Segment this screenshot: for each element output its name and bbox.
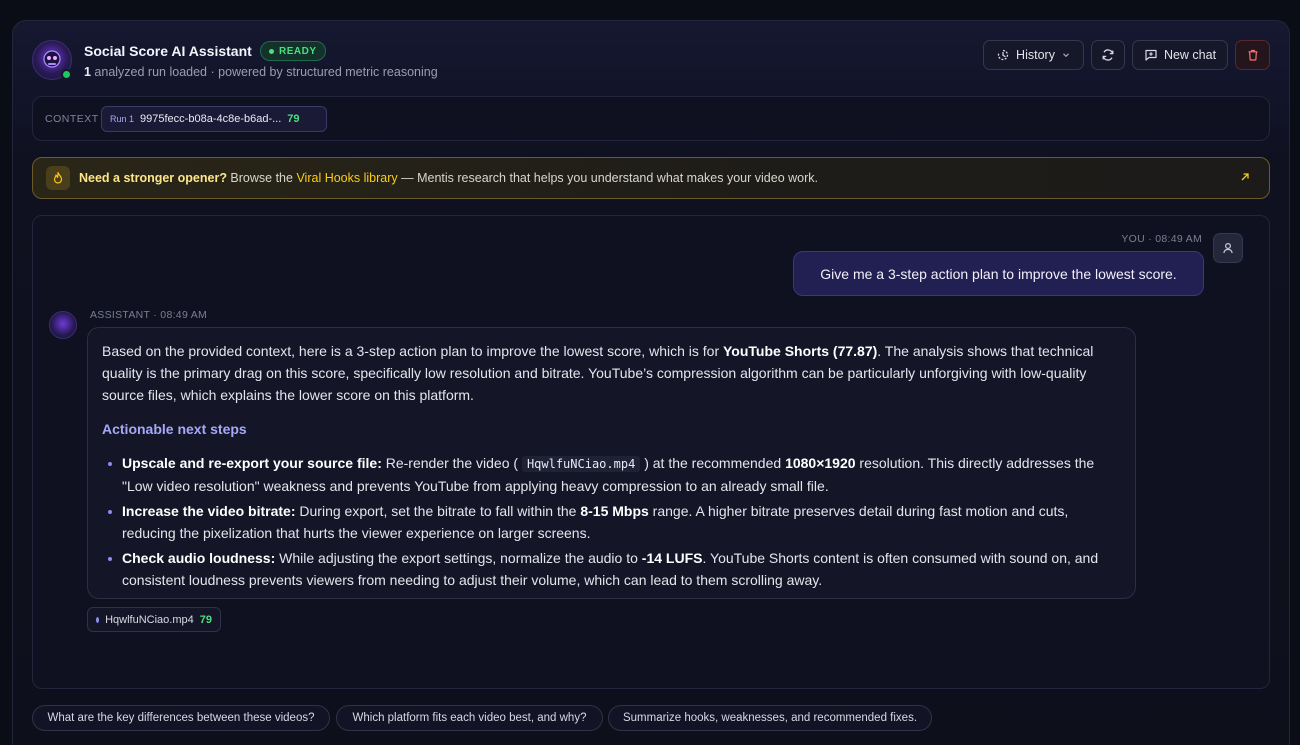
assistant-intro: Based on the provided context, here is a… xyxy=(102,340,1121,406)
user-avatar xyxy=(1213,233,1243,263)
flame-icon xyxy=(46,166,70,190)
assistant-message-avatar xyxy=(49,311,77,339)
steps-heading: Actionable next steps xyxy=(102,421,247,437)
file-name: HqwlfuNCiao.mp4 xyxy=(105,613,194,626)
step-title: Upscale and re-export your source file: xyxy=(122,455,382,471)
history-button[interactable]: History xyxy=(983,40,1084,70)
intro-text-1: Based on the provided context, here is a… xyxy=(102,343,723,359)
refresh-button[interactable] xyxy=(1091,40,1125,70)
context-bar: CONTEXT Run 1 9975fecc-b08a-4c8e-b6ad-..… xyxy=(32,96,1270,141)
intro-highlight: YouTube Shorts (77.87) xyxy=(723,343,878,359)
file-dot xyxy=(96,616,100,623)
banner-text-pre: Browse the xyxy=(226,171,297,185)
refresh-icon xyxy=(1102,49,1114,61)
history-icon xyxy=(997,49,1009,61)
step-text: ) at the recommended xyxy=(640,455,786,471)
user-message-meta: YOU · 08:49 AM xyxy=(1121,233,1202,245)
history-button-label: History xyxy=(1016,48,1055,62)
suggestion-chip[interactable]: Summarize hooks, weaknesses, and recomme… xyxy=(608,705,932,731)
page-subtitle: 1 analyzed run loaded · powered by struc… xyxy=(84,65,438,79)
arrow-up-right-icon[interactable] xyxy=(1239,171,1251,183)
filename-code: HqwlfuNCiao.mp4 xyxy=(521,456,641,472)
chevron-down-icon xyxy=(1063,53,1069,58)
banner-text: Need a stronger opener? Browse the Viral… xyxy=(79,171,818,185)
run-id: 9975fecc-b08a-4c8e-b6ad-... xyxy=(140,113,282,125)
subtitle-text: analyzed run loaded · powered by structu… xyxy=(90,65,438,79)
step-text: During export, set the bitrate to fall w… xyxy=(295,503,581,519)
assistant-message-meta: ASSISTANT · 08:49 AM xyxy=(90,309,208,321)
suggestion-chip[interactable]: What are the key differences between the… xyxy=(32,705,330,731)
banner-text-post: — Mentis research that helps you underst… xyxy=(397,171,818,185)
file-score: 79 xyxy=(199,613,212,626)
status-badge: READY xyxy=(260,41,326,61)
new-chat-button-label: New chat xyxy=(1163,48,1217,62)
step-title: Increase the video bitrate: xyxy=(122,503,296,519)
assistant-avatar xyxy=(32,40,72,80)
banner-headline: Need a stronger opener? xyxy=(79,171,227,185)
viral-hooks-banner[interactable]: Need a stronger opener? Browse the Viral… xyxy=(32,157,1270,199)
action-steps-list: Upscale and re-export your source file: … xyxy=(102,452,1121,591)
step-text: While adjusting the export settings, nor… xyxy=(275,550,642,566)
delete-chat-button[interactable] xyxy=(1235,40,1270,70)
user-message-bubble: Give me a 3-step action plan to improve … xyxy=(793,251,1204,296)
context-label: CONTEXT xyxy=(45,113,99,125)
step-title: Check audio loudness: xyxy=(122,550,276,566)
step-highlight: 1080×1920 xyxy=(785,455,856,471)
run-score: 79 xyxy=(287,113,300,125)
viral-hooks-link[interactable]: Viral Hooks library xyxy=(296,171,397,185)
online-status-dot xyxy=(61,69,72,80)
trash-icon xyxy=(1248,49,1257,61)
status-dot xyxy=(269,48,274,54)
user-icon xyxy=(1223,242,1233,254)
run-count: 1 xyxy=(84,65,91,79)
suggestion-chip[interactable]: Which platform fits each video best, and… xyxy=(336,705,603,731)
list-item: Increase the video bitrate: During expor… xyxy=(102,500,1121,544)
file-context-chip[interactable]: HqwlfuNCiao.mp4 79 xyxy=(87,607,221,632)
step-highlight: -14 LUFS xyxy=(641,550,703,566)
step-highlight: 8-15 Mbps xyxy=(580,503,649,519)
run-tag: Run 1 xyxy=(110,114,135,124)
page-title: Social Score AI Assistant xyxy=(84,43,252,59)
list-item: Check audio loudness: While adjusting th… xyxy=(102,547,1121,591)
run-context-chip[interactable]: Run 1 9975fecc-b08a-4c8e-b6ad-... 79 xyxy=(101,106,327,132)
status-badge-label: READY xyxy=(279,45,317,57)
list-item: Upscale and re-export your source file: … xyxy=(102,452,1121,497)
robot-icon xyxy=(43,50,61,68)
step-text: Re-render the video ( xyxy=(381,455,522,471)
new-chat-button[interactable]: New chat xyxy=(1132,40,1228,70)
message-plus-icon xyxy=(1145,49,1157,61)
assistant-message-bubble: Based on the provided context, here is a… xyxy=(87,327,1136,599)
